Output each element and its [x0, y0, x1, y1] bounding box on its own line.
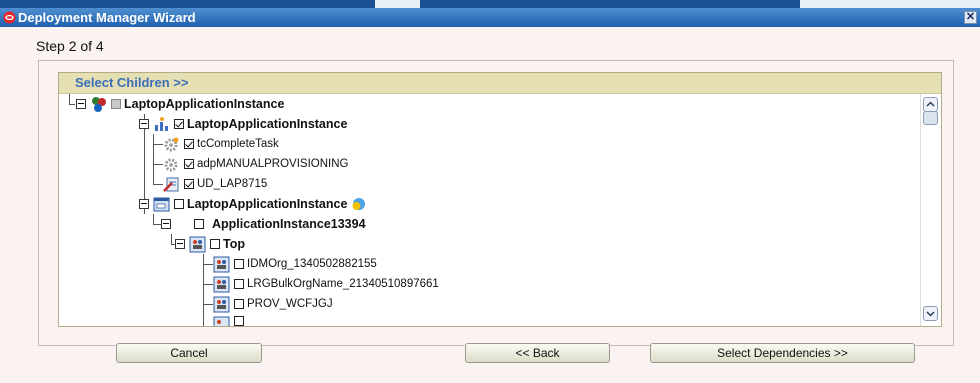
tree-node[interactable]: PROV_WCFJGJ — [213, 294, 333, 314]
scroll-thumb[interactable] — [923, 111, 938, 125]
scroll-down-icon[interactable] — [923, 306, 938, 321]
node-label: IDMOrg_1340502882155 — [247, 258, 377, 270]
node-checkbox[interactable] — [234, 279, 244, 289]
node-checkbox[interactable] — [184, 139, 194, 149]
node-checkbox — [234, 316, 244, 326]
node-label: LaptopApplicationInstance — [187, 197, 348, 211]
organization-icon — [189, 236, 206, 252]
node-label: UD_LAP8715 — [197, 178, 268, 190]
collapse-icon[interactable] — [139, 199, 149, 209]
node-label: LaptopApplicationInstance — [187, 117, 348, 131]
organization-icon — [213, 276, 230, 292]
status-orb-icon — [352, 197, 366, 210]
window-titlebar[interactable]: Deployment Manager Wizard ✕ — [0, 8, 980, 27]
adapter-gear-icon — [164, 158, 178, 171]
organization-icon — [213, 316, 230, 326]
tree-node-partial — [213, 316, 244, 326]
scroll-up-icon[interactable] — [923, 97, 938, 112]
vertical-scrollbar[interactable] — [920, 94, 941, 326]
node-checkbox[interactable] — [234, 299, 244, 309]
form-icon — [163, 177, 179, 192]
node-checkbox[interactable] — [111, 99, 121, 109]
tree-node[interactable]: adpMANUALPROVISIONING — [163, 154, 348, 174]
node-label: tcCompleteTask — [197, 138, 279, 150]
node-label: ApplicationInstance13394 — [212, 217, 366, 231]
app-instance-icon — [92, 96, 106, 112]
tree-node[interactable]: ApplicationInstance13394 — [161, 214, 366, 234]
node-label: Top — [223, 237, 245, 251]
close-icon[interactable]: ✕ — [964, 11, 977, 24]
tree-header-label: Select Children >> — [75, 75, 189, 90]
back-button[interactable]: << Back — [465, 343, 610, 363]
top-strip — [0, 0, 980, 8]
tree-frame: Select Children >> LaptopApplicationInst… — [58, 72, 942, 327]
collapse-icon[interactable] — [161, 219, 171, 229]
node-label: adpMANUALPROVISIONING — [197, 158, 349, 170]
select-dependencies-button[interactable]: Select Dependencies >> — [650, 343, 915, 363]
task-gear-icon — [164, 137, 179, 151]
node-label: LRGBulkOrgName_21340510897661 — [247, 278, 439, 290]
window-title: Deployment Manager Wizard — [18, 10, 196, 25]
tree-node[interactable]: LaptopApplicationInstance — [139, 114, 347, 134]
tree-node[interactable]: tcCompleteTask — [163, 134, 279, 154]
tree-node[interactable]: UD_LAP8715 — [163, 174, 267, 194]
cancel-button[interactable]: Cancel — [116, 343, 262, 363]
tree-node[interactable]: Top — [175, 234, 245, 254]
tree-header: Select Children >> — [59, 73, 941, 94]
node-checkbox[interactable] — [184, 159, 194, 169]
tree-node[interactable]: LRGBulkOrgName_21340510897661 — [213, 274, 439, 294]
oracle-logo-icon — [3, 11, 16, 24]
node-checkbox[interactable] — [174, 119, 184, 129]
node-label: PROV_WCFJGJ — [247, 298, 333, 310]
tree-node[interactable]: IDMOrg_1340502882155 — [213, 254, 377, 274]
step-indicator: Step 2 of 4 — [36, 38, 104, 54]
organization-icon — [213, 296, 230, 312]
node-checkbox[interactable] — [234, 259, 244, 269]
collapse-icon[interactable] — [139, 119, 149, 129]
process-icon — [155, 116, 168, 131]
collapse-icon[interactable] — [76, 99, 86, 109]
collapse-icon[interactable] — [175, 239, 185, 249]
node-label: LaptopApplicationInstance — [124, 97, 285, 111]
node-checkbox[interactable] — [174, 199, 184, 209]
node-checkbox[interactable] — [210, 239, 220, 249]
app-window-icon — [153, 197, 170, 211]
organization-icon — [213, 256, 230, 272]
children-tree[interactable]: LaptopApplicationInstance LaptopApplicat… — [59, 94, 919, 326]
node-checkbox[interactable] — [194, 219, 204, 229]
tree-node[interactable]: LaptopApplicationInstance — [76, 94, 284, 114]
node-checkbox[interactable] — [184, 179, 194, 189]
tree-node[interactable]: LaptopApplicationInstance — [139, 194, 369, 214]
